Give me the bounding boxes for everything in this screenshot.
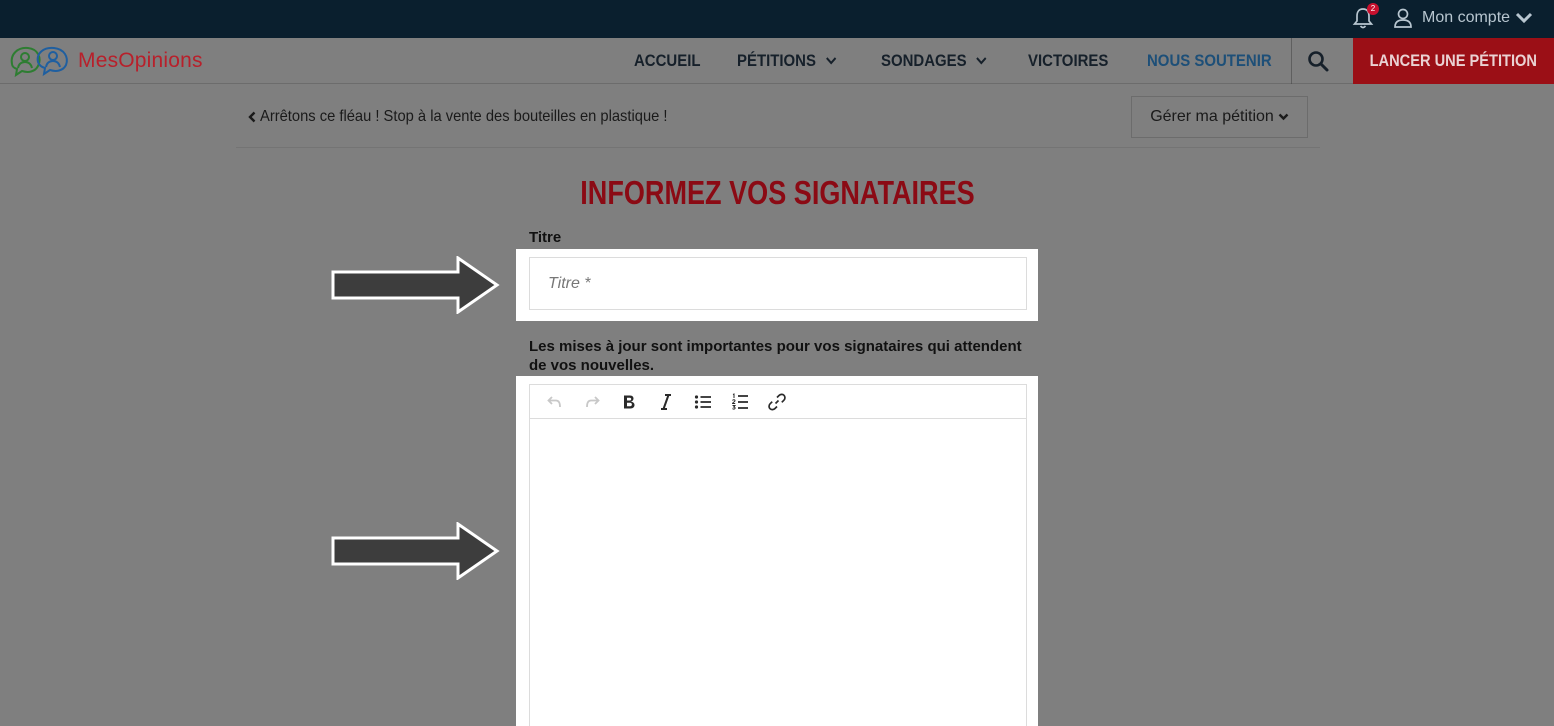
page-title-text: INFORMEZ VOS SIGNATAIRES bbox=[579, 174, 975, 211]
link-button[interactable] bbox=[764, 389, 790, 415]
chevron-down-icon bbox=[1278, 113, 1289, 121]
nav-item-accueil[interactable]: ACCUEIL bbox=[634, 38, 700, 84]
search-button[interactable] bbox=[1306, 49, 1330, 73]
nav-divider bbox=[1291, 38, 1292, 84]
chevron-left-icon bbox=[248, 111, 256, 123]
launch-petition-label: LANCER UNE PÉTITION bbox=[1369, 51, 1538, 70]
redo-icon bbox=[586, 395, 600, 407]
page-title: INFORMEZ VOS SIGNATAIRES bbox=[0, 174, 1554, 212]
link-icon bbox=[768, 393, 786, 410]
bullet-list-button[interactable] bbox=[690, 389, 716, 415]
italic-button[interactable] bbox=[653, 389, 679, 415]
main-nav: MesOpinions ACCUEIL PÉTITIONS SONDAGES V… bbox=[0, 38, 1554, 84]
manage-petition-label: Gérer ma pétition bbox=[1150, 108, 1274, 125]
nav-item-sondages[interactable]: SONDAGES bbox=[881, 38, 988, 84]
redo-button[interactable] bbox=[579, 389, 605, 415]
body-label: Les mises à jour sont importantes pour v… bbox=[529, 338, 1022, 374]
back-link-label: Arrêtons ce fléau ! Stop à la vente des … bbox=[260, 108, 668, 125]
logo-icon bbox=[10, 46, 68, 78]
nav-item-label: SONDAGES bbox=[881, 51, 967, 70]
numbered-list-icon bbox=[731, 392, 748, 410]
nav-item-victoires[interactable]: VICTOIRES bbox=[1028, 38, 1108, 84]
update-editor bbox=[529, 384, 1027, 726]
bold-icon bbox=[624, 395, 635, 408]
top-bar: 2 Mon compte bbox=[0, 0, 1554, 38]
account-label: Mon compte bbox=[1422, 9, 1511, 26]
editor-toolbar bbox=[530, 385, 1026, 419]
search-icon bbox=[1308, 51, 1329, 72]
arrow-pointer-icon bbox=[331, 256, 500, 314]
site-logo[interactable]: MesOpinions bbox=[8, 44, 203, 78]
nav-item-label: ACCUEIL bbox=[634, 51, 701, 70]
petition-subheader: Arrêtons ce fléau ! Stop à la vente des … bbox=[236, 96, 1320, 148]
bold-button[interactable] bbox=[616, 389, 642, 415]
undo-icon bbox=[547, 395, 561, 407]
logo-text: MesOpinions bbox=[78, 49, 203, 72]
nav-item-petitions[interactable]: PÉTITIONS bbox=[737, 38, 837, 84]
manage-petition-dropdown[interactable]: Gérer ma pétition bbox=[1131, 96, 1308, 138]
italic-icon bbox=[661, 393, 671, 410]
chevron-down-icon bbox=[825, 57, 837, 65]
numbered-list-button[interactable] bbox=[727, 389, 753, 415]
account-menu[interactable]: Mon compte bbox=[1393, 6, 1533, 30]
title-label: Titre bbox=[529, 229, 562, 246]
nav-item-nous-soutenir[interactable]: NOUS SOUTENIR bbox=[1147, 38, 1272, 84]
nav-item-label: VICTOIRES bbox=[1028, 51, 1109, 70]
arrow-pointer-icon bbox=[331, 522, 500, 580]
bullet-list-icon bbox=[694, 394, 711, 409]
launch-petition-button[interactable]: LANCER UNE PÉTITION bbox=[1353, 38, 1554, 84]
nav-item-label: NOUS SOUTENIR bbox=[1147, 51, 1272, 70]
editor-content-area[interactable] bbox=[530, 419, 1026, 726]
chevron-down-icon bbox=[1515, 12, 1533, 24]
undo-button[interactable] bbox=[542, 389, 568, 415]
chevron-down-icon bbox=[976, 57, 987, 65]
nav-item-label: PÉTITIONS bbox=[737, 51, 816, 70]
title-input[interactable] bbox=[529, 257, 1027, 310]
back-to-petition-link[interactable]: Arrêtons ce fléau ! Stop à la vente des … bbox=[248, 106, 703, 128]
user-icon bbox=[1394, 8, 1412, 28]
notification-badge: 2 bbox=[1367, 3, 1379, 15]
